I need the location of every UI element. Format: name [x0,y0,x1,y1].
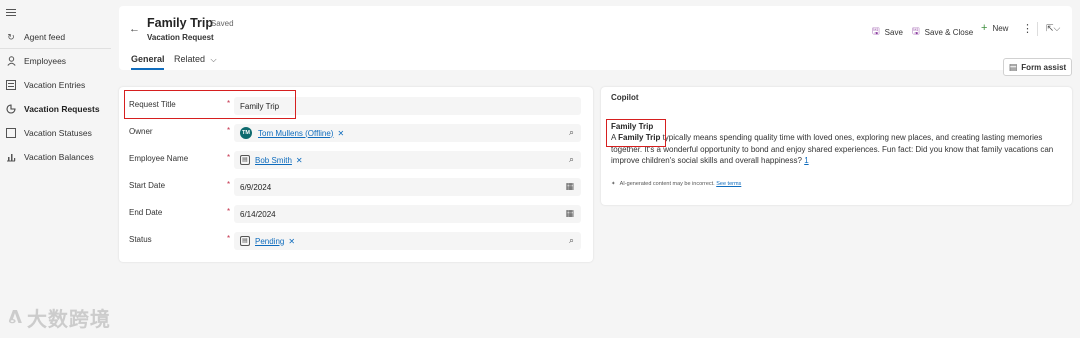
save-status: - Saved [206,19,234,28]
save-close-button[interactable]: 🖫 Save & Close [912,24,973,40]
sparkle-icon: ✦ [611,181,616,187]
employee-link[interactable]: Bob Smith [255,156,292,165]
end-date-label: End Date [129,208,163,217]
record-header: ← Family Trip - Saved Vacation Request G… [119,6,1072,76]
sidebar-item-label: Vacation Requests [24,104,100,114]
end-date-value: 6/14/2024 [240,209,276,219]
chevron-down-icon: ⌵ [210,55,217,64]
calendar-icon[interactable]: ▦ [565,181,574,192]
disclaimer-text: AI-generated content may be incorrect. [619,181,715,187]
required-indicator: * [227,180,231,189]
sidebar-item-label: Employees [24,56,67,66]
save-button[interactable]: 🖫 Save [872,24,903,40]
copilot-title: Copilot [611,93,639,102]
sidebar-divider [0,48,111,49]
see-terms-link[interactable]: See terms [716,181,741,187]
watermark-text: 大数跨境 [26,309,111,331]
remove-status-icon[interactable]: ✕ [288,237,295,246]
search-icon[interactable]: ⌕ [569,154,574,165]
remove-employee-icon[interactable]: ✕ [296,156,303,165]
sidebar-item-vacation-entries[interactable]: Vacation Entries [0,74,111,96]
record-icon: ▤ [240,155,250,165]
highlight-box [606,119,666,147]
sidebar: ↻ Agent feed Employees Vacation Entries … [0,0,111,338]
status-label: Status [129,235,152,244]
status-link[interactable]: Pending [255,237,284,246]
form-assist-label: Form assist [1021,62,1067,72]
sidebar-item-agent-feed[interactable]: ↻ Agent feed [0,26,111,48]
end-date-input[interactable]: 6/14/2024 ▦ [234,205,581,223]
sidebar-item-label: Vacation Balances [24,152,94,162]
required-indicator: * [227,153,231,162]
tab-underline [131,68,164,70]
save-label: Save [884,27,903,37]
sidebar-item-vacation-requests[interactable]: Vacation Requests [0,98,111,120]
bar-chart-icon [6,152,16,162]
tab-general[interactable]: General [131,54,165,64]
response-text: typically means spending quality time wi… [611,133,1054,165]
form-assist-button[interactable]: ▤ Form assist [1003,58,1072,76]
citation-link[interactable]: 1 [804,156,808,165]
share-icon[interactable]: ⇱⌵ [1046,23,1060,34]
new-button[interactable]: + New [981,22,1008,34]
refresh-icon: ↻ [7,31,15,42]
employee-name-label: Employee Name [129,154,189,163]
plus-icon: + [981,22,988,34]
copilot-response: A Family Trip typically means spending q… [611,132,1059,167]
owner-label: Owner [129,127,153,136]
sidebar-item-label: Vacation Entries [24,80,86,90]
new-label: New [992,23,1009,33]
calendar-icon[interactable]: ▦ [565,208,574,219]
status-lookup[interactable]: ▤ Pending ✕ ⌕ [234,232,581,250]
square-icon [6,128,16,138]
highlight-box [124,90,296,119]
record-title: Family Trip [147,16,213,30]
back-arrow-icon[interactable]: ← [129,23,140,35]
avatar: TM [240,127,252,139]
remove-owner-icon[interactable]: ✕ [337,129,344,138]
save-close-label: Save & Close [924,27,974,37]
watermark-logo-icon: ᕕ [8,307,23,327]
owner-link[interactable]: Tom Mullens (Offline) [258,129,333,138]
sidebar-item-employees[interactable]: Employees [0,50,111,72]
copilot-panel: Copilot Family Trip A Family Trip typica… [601,87,1072,205]
tab-related[interactable]: Related ⌵ [174,54,217,65]
form-assist-icon: ▤ [1008,61,1018,72]
start-date-label: Start Date [129,181,166,190]
required-indicator: * [227,234,231,243]
ai-disclaimer: ✦ AI-generated content may be incorrect. … [611,181,741,187]
employee-name-lookup[interactable]: ▤ Bob Smith ✕ ⌕ [234,151,581,169]
hamburger-menu-icon[interactable] [6,9,16,17]
save-icon: 🖫 [872,26,880,36]
required-indicator: * [227,126,231,135]
sidebar-item-vacation-statuses[interactable]: Vacation Statuses [0,122,111,144]
start-date-value: 6/9/2024 [240,182,272,192]
sidebar-item-vacation-balances[interactable]: Vacation Balances [0,146,111,168]
start-date-input[interactable]: 6/9/2024 ▦ [234,178,581,196]
record-icon: ▤ [240,236,250,246]
command-separator [1037,22,1038,36]
person-icon [6,56,16,66]
more-commands-icon[interactable]: ⋮ [1022,22,1033,35]
search-icon[interactable]: ⌕ [569,127,574,138]
owner-lookup[interactable]: TM Tom Mullens (Offline) ✕ ⌕ [234,124,581,142]
required-indicator: * [227,207,231,216]
search-icon[interactable]: ⌕ [569,235,574,246]
list-icon [6,80,16,90]
watermark: ᕕ 大数跨境 [8,303,111,332]
entity-name: Vacation Request [147,33,214,42]
tab-related-label: Related [174,54,206,64]
chart-icon [6,104,16,114]
sidebar-item-label: Vacation Statuses [24,128,92,138]
save-close-icon: 🖫 [912,26,920,36]
sidebar-item-label: Agent feed [24,32,66,42]
